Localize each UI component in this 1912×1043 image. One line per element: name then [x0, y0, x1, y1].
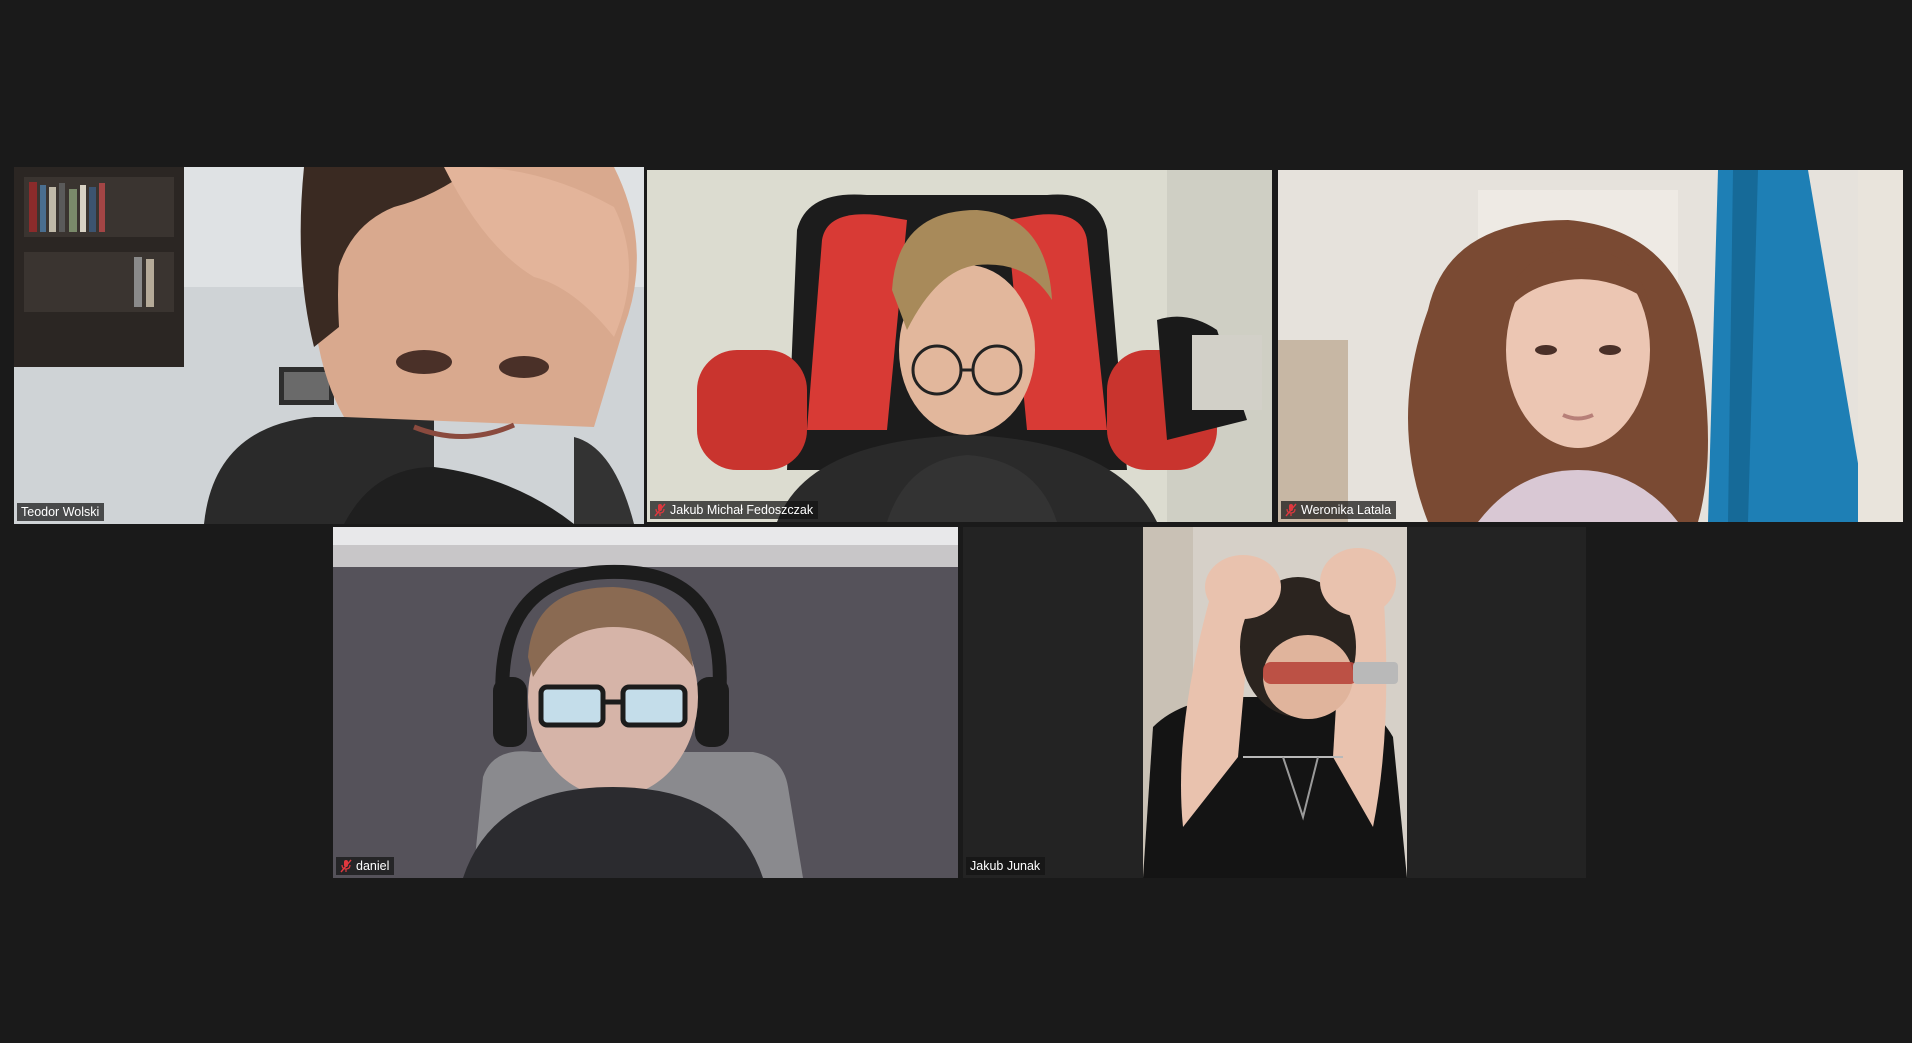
participant-tile-teodor-wolski[interactable]: Teodor Wolski [14, 167, 644, 524]
participant-name-tag: Jakub Michał Fedoszczak [650, 501, 819, 519]
video-gallery: Teodor Wolski Jakub Michał Fedoszczak We… [0, 0, 1912, 1043]
participant-name-tag: Teodor Wolski [17, 503, 105, 521]
participant-name-tag: daniel [336, 857, 395, 875]
participant-name: Teodor Wolski [21, 505, 100, 519]
participant-tile-weronika-latala[interactable]: Weronika Latala [1278, 170, 1903, 522]
participant-name: daniel [356, 859, 390, 873]
participant-video [647, 170, 1272, 522]
mic-off-icon [654, 503, 666, 517]
participant-video [1143, 527, 1407, 878]
participant-name: Jakub Michał Fedoszczak [670, 503, 814, 517]
mic-off-icon [1285, 503, 1297, 517]
participant-name: Jakub Junak [970, 859, 1041, 873]
mic-off-icon [340, 859, 352, 873]
participant-video [1278, 170, 1903, 522]
participant-name: Weronika Latala [1301, 503, 1392, 517]
participant-video [14, 167, 644, 524]
participant-name-tag: Weronika Latala [1281, 501, 1397, 519]
participant-name-tag: Jakub Junak [966, 857, 1046, 875]
participant-tile-jakub-michal-fedoszczak[interactable]: Jakub Michał Fedoszczak [647, 170, 1272, 522]
participant-tile-jakub-junak[interactable]: Jakub Junak [963, 527, 1586, 878]
participant-video [333, 527, 958, 878]
participant-tile-daniel[interactable]: daniel [333, 527, 958, 878]
